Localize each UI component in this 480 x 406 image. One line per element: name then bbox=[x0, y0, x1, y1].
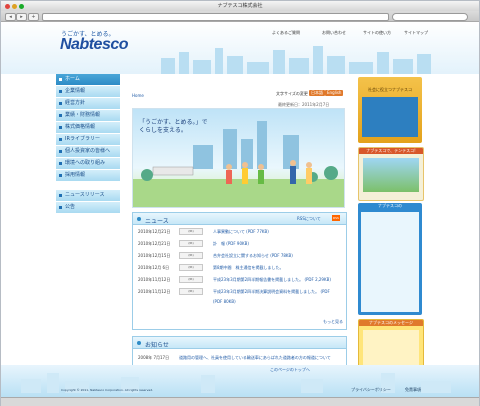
banner-message-title: ナブテスコのメッセージ bbox=[359, 320, 423, 326]
lang-japanese-button[interactable]: 日本語 bbox=[309, 90, 325, 96]
nav-ir-library[interactable]: IRライブラリー bbox=[56, 134, 120, 146]
status-bar bbox=[1, 397, 479, 406]
banner-society-title: 社会に役立つナブテスコ bbox=[368, 87, 412, 92]
news-more-link[interactable]: もっと見る bbox=[323, 319, 343, 325]
hero-banner[interactable]: 「うごかす、とめる。」で くらしを支える。 bbox=[132, 108, 345, 208]
nav-stock[interactable]: 株式価格情報 bbox=[56, 122, 120, 134]
banner-tenteco-title: ナブテスコで、テンテスコ! bbox=[359, 148, 423, 154]
banner-info[interactable]: ナブテスコの bbox=[358, 203, 422, 315]
back-button[interactable]: ◂ bbox=[5, 13, 16, 21]
news-link[interactable]: (PDF 80KB) bbox=[213, 299, 236, 304]
copyright: Copyright © 2011, Nabtesco Corporation. … bbox=[61, 388, 154, 392]
footer-privacy-link[interactable]: プライバシーポリシー bbox=[351, 387, 391, 393]
topnav-sitemap[interactable]: サイトマップ bbox=[404, 30, 428, 36]
city-skyline-illustration bbox=[161, 46, 431, 74]
search-field[interactable] bbox=[392, 13, 468, 21]
add-bookmark-button[interactable]: + bbox=[28, 13, 39, 21]
nav-recruit[interactable]: 採用情報 bbox=[56, 170, 120, 182]
site-footer: このページのトップへ Copyright © 2011, Nabtesco Co… bbox=[1, 365, 479, 397]
window-title: ナブテスコ株式会社 bbox=[217, 3, 263, 9]
site-header: うごかす、とめる。 Nabtesco よくあるご質問 お問い合わせ サイトの使い… bbox=[1, 22, 479, 74]
address-bar[interactable] bbox=[42, 13, 389, 21]
bullet-icon bbox=[137, 217, 141, 221]
nav-policy[interactable]: 経営方針 bbox=[56, 98, 120, 110]
site-logo[interactable]: Nabtesco bbox=[60, 36, 129, 54]
news-link[interactable]: 人事異動について (PDF 77KB) bbox=[213, 229, 269, 235]
browser-toolbar: ◂ ▸ + bbox=[1, 11, 479, 22]
nav-public-notice[interactable]: 公告 bbox=[56, 202, 120, 214]
nav-financial[interactable]: 業績・財務情報 bbox=[56, 110, 120, 122]
notice-link[interactable]: 道路用の管理へ、社員を使用している輸送車にあらばれた道路者の方の報道について bbox=[179, 355, 331, 361]
news-box-header: ニュース RSSについて RSS bbox=[133, 213, 346, 225]
nav-individual-investors[interactable]: 個人投資家の皆様へ bbox=[56, 146, 120, 158]
nav-news-release[interactable]: ニュースリリース bbox=[56, 190, 120, 202]
news-box: ニュース RSSについて RSS 2010年12月21日 (IR) 人事異動について… bbox=[132, 212, 347, 330]
news-link[interactable]: 訃 報 (PDF 90KB) bbox=[213, 241, 249, 247]
nav-company[interactable]: 企業情報 bbox=[56, 86, 120, 98]
news-row: 2010年12月 6日 (IR) 第8期中間 株主通信を掲載しました。 bbox=[138, 264, 284, 271]
news-link[interactable]: 平成23年3月期第2四半期決算説明会資料を掲載しました。 (PDF bbox=[213, 289, 330, 295]
web-page: うごかす、とめる。 Nabtesco よくあるご質問 お問い合わせ サイトの使い… bbox=[1, 22, 479, 397]
news-row: 2010年12月21日 (IR) 人事異動について (PDF 77KB) bbox=[138, 228, 269, 235]
news-row: 2010年11月12日 (IR) 平成23年3月期第2四半期報告書を掲載しました。 … bbox=[138, 276, 331, 283]
notice-title: お知らせ bbox=[145, 342, 169, 349]
nav-environment[interactable]: 環境への取り組み bbox=[56, 158, 120, 170]
news-link[interactable]: 平成23年3月期第2四半期報告書を掲載しました。 (PDF 2,29KB) bbox=[213, 277, 331, 283]
browser-window: ナブテスコ株式会社 ◂ ▸ + うごかす、とめる。 Nabtesco よくあるご… bbox=[0, 0, 480, 406]
title-bar: ナブテスコ株式会社 bbox=[1, 1, 479, 11]
rss-link[interactable]: RSSについて bbox=[297, 216, 321, 222]
forward-button[interactable]: ▸ bbox=[16, 13, 27, 21]
news-row: 2010年11月12日 (IR) 平成23年3月期第2四半期決算説明会資料を掲載しま… bbox=[138, 288, 330, 295]
news-row: 2010年12月21日 (IR) 訃 報 (PDF 90KB) bbox=[138, 240, 249, 247]
breadcrumb[interactable]: Home bbox=[132, 93, 144, 98]
lang-english-button[interactable]: English bbox=[325, 90, 344, 96]
rss-icon[interactable]: RSS bbox=[332, 215, 340, 221]
news-row: (PDF 80KB) bbox=[133, 297, 346, 306]
banner-society[interactable]: 社会に役立つナブテスコ bbox=[358, 77, 422, 143]
nav-home[interactable]: ホーム bbox=[56, 74, 120, 86]
news-link[interactable]: 合弁会社設立に関するお知らせ (PDF 78KB) bbox=[213, 253, 293, 259]
font-size-label: 文字サイズの変更 bbox=[276, 91, 308, 96]
topnav-contact[interactable]: お問い合わせ bbox=[322, 30, 346, 36]
notice-row: 2008年 7月17日 道路用の管理へ、社員を使用している輸送車にあらばれた道路… bbox=[138, 355, 331, 361]
notice-box-header: お知らせ bbox=[133, 337, 346, 349]
news-link[interactable]: 第8期中間 株主通信を掲載しました。 bbox=[213, 265, 284, 271]
bullet-icon bbox=[137, 341, 141, 345]
news-title: ニュース bbox=[145, 218, 169, 225]
banner-tenteco[interactable]: ナブテスコで、テンテスコ! bbox=[358, 147, 424, 201]
hero-illustration bbox=[133, 121, 344, 207]
news-row: 2010年12月15日 (IR) 合弁会社設立に関するお知らせ (PDF 78KB) bbox=[138, 252, 293, 259]
topnav-faq[interactable]: よくあるご質問 bbox=[272, 30, 300, 36]
left-navigation: ホーム 企業情報 経営方針 業績・財務情報 株式価格情報 IRライブラリー 個人… bbox=[56, 74, 120, 214]
banner-info-title: ナブテスコの bbox=[378, 203, 402, 208]
topnav-howto[interactable]: サイトの使い方 bbox=[363, 30, 391, 36]
footer-disclaimer-link[interactable]: 免責事項 bbox=[405, 387, 421, 393]
